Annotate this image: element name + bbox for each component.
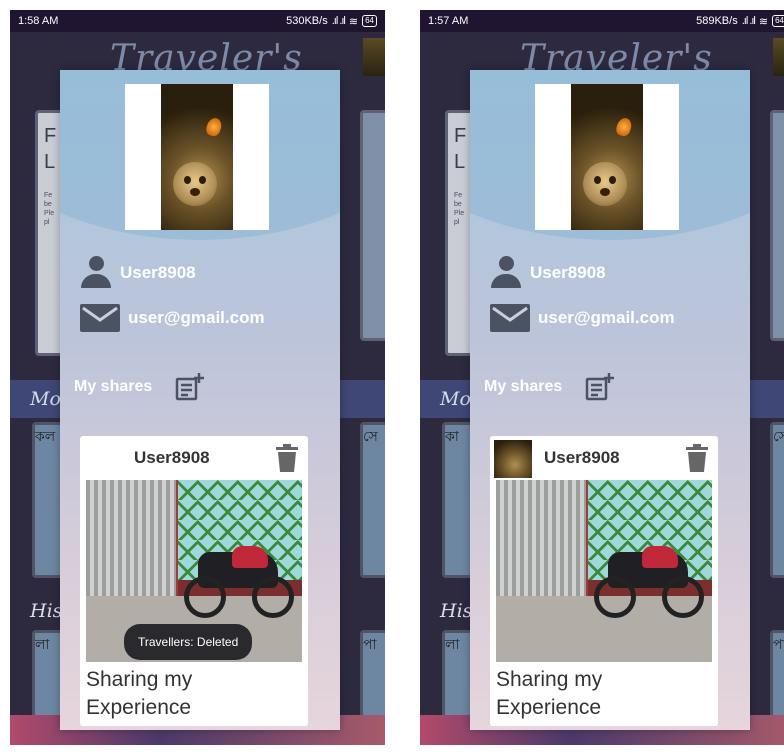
battery-icon: 64 xyxy=(772,15,784,27)
mail-icon xyxy=(80,304,120,332)
post-caption: Sharing my Experience xyxy=(496,668,603,719)
background-card-text: Fe be Ple pl xyxy=(454,192,465,226)
user-icon xyxy=(80,256,112,290)
profile-username-row: User8908 xyxy=(490,256,606,290)
network-speed: 530KB/s xyxy=(286,15,328,27)
background-card-title: F L xyxy=(44,125,57,173)
background-card-text: Fe be Ple pl xyxy=(44,192,55,226)
post-photo xyxy=(496,480,712,662)
shared-post-card[interactable]: User8908 Sharing my Experience xyxy=(80,436,308,726)
status-bar: 1:57 AM 589KB/s .ıl .ıl ≋ 64 xyxy=(420,10,784,32)
status-bar: 1:58 AM 530KB/s .ıl .ıl ≋ 64 xyxy=(10,10,385,32)
my-shares-row: My shares xyxy=(74,372,205,402)
profile-username: User8908 xyxy=(120,263,196,282)
trash-icon[interactable] xyxy=(686,444,708,472)
status-time: 1:58 AM xyxy=(18,15,59,27)
post-caption: Sharing my Experience xyxy=(86,668,193,719)
cat-image xyxy=(173,162,217,206)
add-post-icon[interactable] xyxy=(174,372,205,402)
profile-drawer: User8908 user@gmail.com My shares User89… xyxy=(470,70,750,730)
profile-picture[interactable] xyxy=(125,84,269,230)
butterfly-image xyxy=(204,116,224,138)
wifi-icon: ≋ xyxy=(758,15,769,28)
profile-email-row: user@gmail.com xyxy=(80,304,265,332)
profile-drawer: User8908 user@gmail.com My shares User89… xyxy=(60,70,340,730)
post-header: User8908 xyxy=(490,436,718,478)
profile-photo xyxy=(161,84,233,230)
cat-image xyxy=(583,162,627,206)
background-thumbnail xyxy=(773,38,784,76)
trash-icon[interactable] xyxy=(276,444,298,472)
add-post-icon[interactable] xyxy=(584,372,615,402)
signal-icon: .ıl .ıl xyxy=(331,15,346,27)
wifi-icon: ≋ xyxy=(348,15,359,28)
profile-email-row: user@gmail.com xyxy=(490,304,675,332)
profile-username: User8908 xyxy=(530,263,606,282)
profile-email: user@gmail.com xyxy=(538,308,675,327)
profile-photo xyxy=(571,84,643,230)
network-speed: 589KB/s xyxy=(696,15,738,27)
background-card-title: F L xyxy=(454,125,467,173)
shared-post-card[interactable]: User8908 Sharing my Experience xyxy=(490,436,718,726)
post-header: User8908 xyxy=(80,436,308,478)
phone-screen-right: 1:57 AM 589KB/s .ıl .ıl ≋ 64 Traveler's … xyxy=(420,10,784,745)
profile-email: user@gmail.com xyxy=(128,308,265,327)
my-shares-row: My shares xyxy=(484,372,615,402)
signal-icon: .ıl .ıl xyxy=(741,15,756,27)
background-tile: সে xyxy=(360,422,385,578)
toast-message: Travellers: Deleted xyxy=(124,624,253,660)
background-thumbnail xyxy=(363,38,385,76)
status-time: 1:57 AM xyxy=(428,15,469,27)
post-username: User8908 xyxy=(544,448,620,467)
my-shares-label: My shares xyxy=(74,378,153,395)
profile-picture[interactable] xyxy=(535,84,679,230)
my-shares-label: My shares xyxy=(484,378,563,395)
background-tile: সে xyxy=(770,422,784,578)
background-card-side xyxy=(770,110,784,341)
post-avatar xyxy=(494,440,532,478)
mail-icon xyxy=(490,304,530,332)
phone-screen-left: 1:58 AM 530KB/s .ıl .ıl ≋ 64 Traveler's … xyxy=(10,10,385,745)
background-card-side xyxy=(360,110,385,341)
butterfly-image xyxy=(614,116,634,138)
battery-icon: 64 xyxy=(362,15,377,27)
profile-username-row: User8908 xyxy=(80,256,196,290)
post-username: User8908 xyxy=(134,448,210,467)
user-icon xyxy=(490,256,522,290)
